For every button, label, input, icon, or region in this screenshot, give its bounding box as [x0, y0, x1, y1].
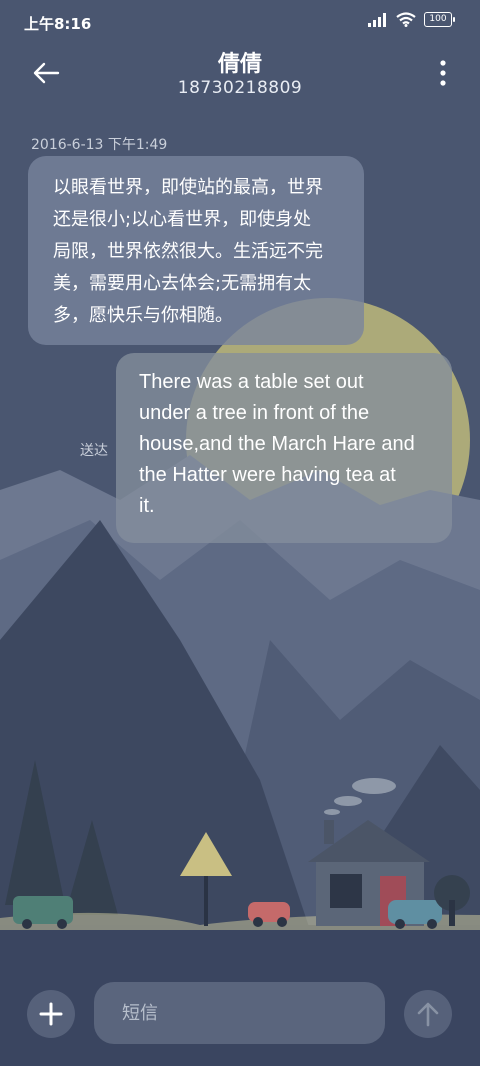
contact-phone-number: 18730218809	[177, 78, 303, 98]
message-line: house,and the March Hare and	[139, 433, 415, 455]
more-vertical-icon[interactable]	[436, 58, 450, 88]
message-line: it.	[139, 495, 155, 517]
plus-icon[interactable]	[27, 990, 75, 1038]
message-line: 还是很小;以心看世界，即使身处	[53, 209, 312, 230]
message-line: 局限，世界依然很大。生活远不完	[53, 241, 323, 262]
message-line: 美，需要用心去体会;无需拥有太	[53, 273, 312, 294]
battery-level: 100	[429, 14, 447, 24]
wifi-icon	[396, 12, 416, 27]
message-line: 多，愿快乐与你相随。	[53, 305, 233, 326]
incoming-message-bubble[interactable]: 以眼看世界，即使站的最高，世界 还是很小;以心看世界，即使身处 局限，世界依然很…	[28, 156, 364, 345]
outgoing-message-bubble[interactable]: There was a table set out under a tree i…	[116, 353, 452, 543]
message-timestamp: 2016-6-13 下午1:49	[31, 137, 168, 153]
message-input[interactable]	[94, 982, 385, 1044]
send-arrow-icon[interactable]	[404, 990, 452, 1038]
conversation-header: 倩倩 18730218809	[0, 44, 480, 104]
delivery-status: 送达	[80, 443, 108, 459]
status-icons: 100	[368, 12, 455, 27]
message-line: under a tree in front of the	[139, 402, 370, 424]
contact-name: 倩倩	[217, 52, 262, 77]
message-line: There was a table set out	[139, 371, 364, 393]
battery-icon: 100	[424, 12, 455, 27]
status-bar: 上午8:16 100	[0, 0, 480, 44]
message-line: 以眼看世界，即使站的最高，世界	[53, 177, 323, 198]
message-line: the Hatter were having tea at	[139, 464, 396, 486]
status-time: 上午8:16	[24, 15, 92, 33]
message-composer	[0, 960, 480, 1066]
signal-icon	[368, 12, 388, 27]
